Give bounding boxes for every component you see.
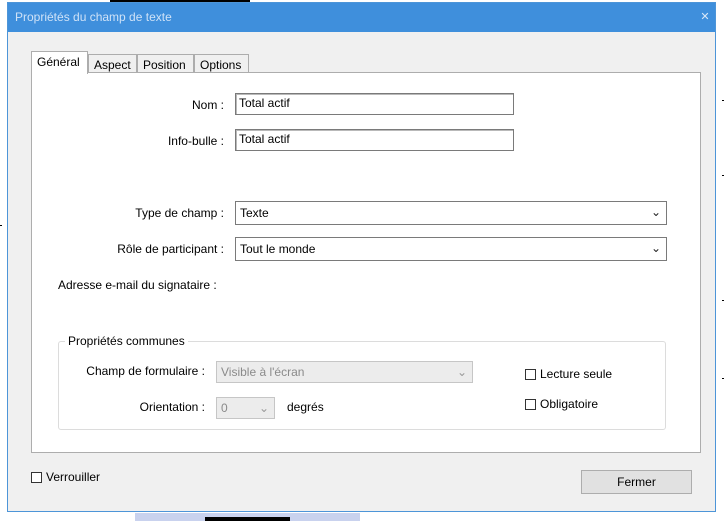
tab-general[interactable]: Général — [31, 51, 88, 74]
background-window-edge — [135, 513, 360, 521]
role-label: Rôle de participant : — [117, 242, 224, 256]
required-checkbox[interactable] — [525, 399, 536, 410]
lock-label[interactable]: Verrouiller — [46, 470, 100, 484]
chevron-down-icon: ⌄ — [456, 365, 467, 379]
role-select[interactable]: Tout le monde ⌄ — [235, 237, 667, 261]
read-only-label[interactable]: Lecture seule — [540, 367, 612, 381]
tooltip-label: Info-bulle : — [167, 134, 224, 148]
required-label[interactable]: Obligatoire — [540, 397, 598, 411]
field-type-select[interactable]: Texte ⌄ — [235, 201, 667, 225]
name-field[interactable]: Total actif — [235, 93, 514, 115]
name-label: Nom : — [191, 98, 224, 112]
tooltip-field[interactable]: Total actif — [235, 129, 514, 151]
common-properties-group: Propriétés communes Champ de formulaire … — [58, 334, 666, 430]
chevron-down-icon: ⌄ — [258, 401, 269, 415]
orientation-label: Orientation : — [139, 400, 205, 414]
tab-options[interactable]: Options — [194, 54, 249, 73]
background-tick — [722, 100, 724, 101]
tab-position[interactable]: Position — [137, 54, 194, 73]
orientation-select[interactable]: 0 ⌄ — [216, 397, 275, 419]
signer-email-label: Adresse e-mail du signataire : — [58, 278, 217, 292]
dialog-title: Propriétés du champ de texte — [15, 10, 172, 24]
text-field-properties-dialog: Propriétés du champ de texte ✕ Général A… — [7, 2, 716, 512]
form-field-value: Visible à l'écran — [221, 365, 305, 379]
field-type-value: Texte — [240, 206, 269, 220]
tab-aspect[interactable]: Aspect — [88, 54, 137, 73]
background-tick — [0, 225, 2, 226]
chevron-down-icon: ⌄ — [650, 205, 661, 219]
orientation-unit: degrés — [287, 400, 324, 414]
orientation-value: 0 — [221, 401, 228, 415]
chevron-down-icon: ⌄ — [650, 241, 661, 255]
background-tick — [722, 300, 724, 301]
close-icon[interactable]: ✕ — [697, 9, 713, 25]
lock-checkbox[interactable] — [31, 472, 42, 483]
title-bar[interactable]: Propriétés du champ de texte ✕ — [8, 3, 715, 32]
general-panel: Nom : Total actif Info-bulle : Total act… — [31, 72, 701, 453]
background-tick — [722, 175, 724, 176]
close-button[interactable]: Fermer — [581, 470, 692, 494]
background-tick — [722, 378, 724, 379]
common-properties-title: Propriétés communes — [65, 334, 188, 348]
field-type-label: Type de champ : — [135, 206, 224, 220]
role-value: Tout le monde — [240, 242, 316, 256]
form-field-select[interactable]: Visible à l'écran ⌄ — [216, 361, 473, 383]
read-only-checkbox[interactable] — [525, 369, 536, 380]
form-field-label: Champ de formulaire : — [86, 364, 205, 378]
